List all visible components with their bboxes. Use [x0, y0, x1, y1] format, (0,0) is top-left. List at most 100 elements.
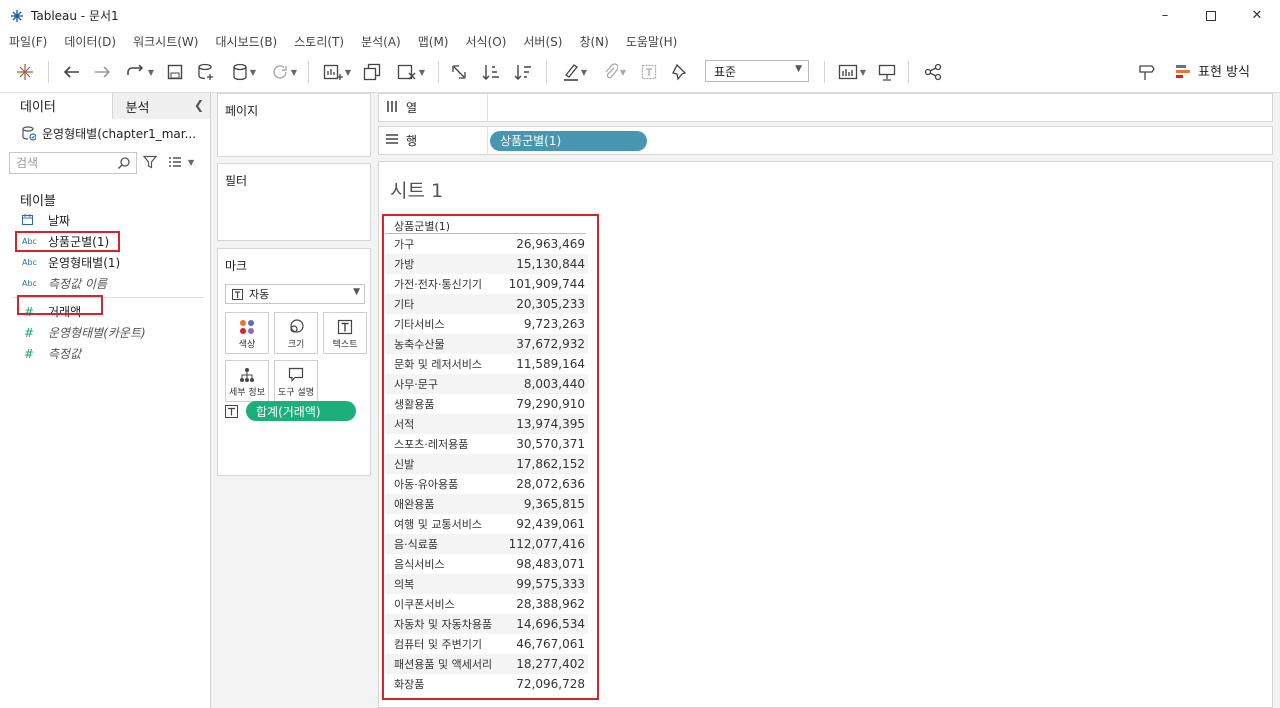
table-row[interactable]: 의복 99,575,333: [385, 574, 588, 594]
close-button[interactable]: ✕: [1234, 0, 1280, 31]
field-operation-type[interactable]: Abc 운영형태별(1): [0, 252, 210, 273]
swap-rows-columns-icon[interactable]: [448, 61, 470, 83]
menu-window[interactable]: 창(N): [570, 33, 616, 50]
view-size-select[interactable]: 표준 ▼: [705, 60, 809, 82]
menu-format[interactable]: 서식(O): [457, 33, 515, 50]
duplicate-sheet-icon[interactable]: [361, 61, 383, 83]
share-icon[interactable]: [922, 61, 944, 83]
minimize-button[interactable]: –: [1142, 0, 1188, 31]
tab-data[interactable]: 데이터: [0, 93, 113, 119]
menu-data[interactable]: 데이터(D): [55, 33, 124, 50]
color-button[interactable]: 색상: [225, 312, 269, 354]
menu-file[interactable]: 파일(F): [0, 33, 55, 50]
view-options-button[interactable]: ▼: [168, 156, 194, 168]
show-me-button[interactable]: 표현 방식: [1176, 61, 1250, 80]
row-value: 20,305,233: [516, 297, 585, 311]
row-value: 8,003,440: [523, 377, 585, 391]
maximize-button[interactable]: [1188, 0, 1234, 31]
field-measure-names[interactable]: Abc 측정값 이름: [0, 273, 210, 294]
table-row[interactable]: 생활용품 79,290,910: [385, 394, 588, 414]
table-row[interactable]: 화장품 72,096,728: [385, 674, 588, 694]
menu-server[interactable]: 서버(S): [514, 33, 570, 50]
table-row[interactable]: 신발 17,862,152: [385, 454, 588, 474]
table-row[interactable]: 자동차 및 자동차용품 14,696,534: [385, 614, 588, 634]
show-me-pin-icon[interactable]: [1136, 61, 1158, 83]
sum-transaction-pill[interactable]: 합계(거래액): [246, 401, 356, 421]
table-row[interactable]: 음식서비스 98,483,071: [385, 554, 588, 574]
row-category: 농축수산물: [394, 338, 445, 351]
clear-sheet-icon[interactable]: ▼: [392, 61, 430, 83]
new-worksheet-icon[interactable]: ▼: [318, 61, 356, 83]
fix-axes-icon[interactable]: [668, 61, 690, 83]
datasource-options-icon[interactable]: ▼: [226, 61, 262, 83]
collapse-pane-icon[interactable]: ❮: [194, 98, 204, 112]
detail-button[interactable]: 세부 정보: [225, 360, 269, 402]
datasource-item[interactable]: 운영형태별(chapter1_mar...: [0, 119, 210, 147]
field-transaction-amount[interactable]: # 거래액: [0, 301, 210, 322]
table-row[interactable]: 컴퓨터 및 주변기기 46,767,061: [385, 634, 588, 654]
replay-icon[interactable]: ▼: [122, 61, 158, 83]
menu-analysis[interactable]: 분석(A): [352, 33, 409, 50]
menu-dashboard[interactable]: 대시보드(B): [206, 33, 285, 50]
worksheet-view: 시트 1 상품군별(1) 가구 26,963,469 가방 15,130,844 가전·…: [378, 161, 1273, 708]
tableau-home-icon[interactable]: [14, 61, 36, 83]
tooltip-button[interactable]: 도구 설명: [274, 360, 318, 402]
group-members-icon[interactable]: ▼: [598, 61, 632, 83]
highlight-icon[interactable]: ▼: [558, 61, 592, 83]
table-row[interactable]: 가전·전자·통신기기 101,909,744: [385, 274, 588, 294]
table-row[interactable]: 이쿠폰서비스 28,388,962: [385, 594, 588, 614]
field-measure-values[interactable]: # 측정값: [0, 343, 210, 364]
field-date[interactable]: 날짜: [0, 210, 210, 231]
presentation-mode-icon[interactable]: [876, 61, 898, 83]
text-button[interactable]: 텍스트: [323, 312, 367, 354]
filters-card[interactable]: 필터: [217, 163, 371, 241]
search-input[interactable]: [16, 156, 116, 170]
menu-bar: 파일(F) 데이터(D) 워크시트(W) 대시보드(B) 스토리(T) 분석(A…: [0, 31, 1280, 51]
field-name: 측정값: [48, 347, 82, 361]
table-row[interactable]: 아동·유아용품 28,072,636: [385, 474, 588, 494]
columns-shelf[interactable]: 열: [378, 93, 1273, 122]
menu-map[interactable]: 맵(M): [409, 33, 457, 50]
table-row[interactable]: 기타서비스 9,723,263: [385, 314, 588, 334]
table-row[interactable]: 여행 및 교통서비스 92,439,061: [385, 514, 588, 534]
size-button[interactable]: 크기: [274, 312, 318, 354]
table-row[interactable]: 문화 및 레저서비스 11,589,164: [385, 354, 588, 374]
filter-icon[interactable]: [143, 155, 157, 169]
sort-ascending-icon[interactable]: [480, 61, 502, 83]
table-row[interactable]: 사무·문구 8,003,440: [385, 374, 588, 394]
new-datasource-icon[interactable]: [196, 61, 216, 83]
redo-icon[interactable]: [92, 61, 114, 83]
sort-descending-icon[interactable]: [512, 61, 534, 83]
show-labels-icon[interactable]: [638, 61, 660, 83]
table-row[interactable]: 서적 13,974,395: [385, 414, 588, 434]
table-row[interactable]: 농축수산물 37,672,932: [385, 334, 588, 354]
row-category: 화장품: [394, 678, 425, 691]
mark-type-select[interactable]: 자동 ▼: [225, 284, 365, 304]
tooltip-label: 도구 설명: [278, 388, 314, 398]
rows-label: 행: [406, 134, 418, 148]
field-operation-count[interactable]: # 운영형태별(카운트): [0, 322, 210, 343]
product-group-pill[interactable]: 상품군별(1): [490, 130, 647, 151]
toolbar: ▼ ▼ ▼ ▼ ▼ ▼ ▼ ▼: [0, 51, 1280, 93]
row-category: 기타: [394, 298, 415, 311]
rows-shelf[interactable]: 행 상품군별(1): [378, 126, 1273, 155]
refresh-icon[interactable]: ▼: [266, 61, 302, 83]
mark-type-value: 자동: [249, 288, 270, 301]
menu-story[interactable]: 스토리(T): [285, 33, 352, 50]
menu-worksheet[interactable]: 워크시트(W): [124, 33, 206, 50]
table-row[interactable]: 애완용품 9,365,815: [385, 494, 588, 514]
table-row[interactable]: 패션용품 및 액세서리 18,277,402: [385, 654, 588, 674]
search-box[interactable]: [9, 152, 137, 174]
field-product-group[interactable]: Abc 상품군별(1): [0, 231, 210, 252]
row-category: 가구: [394, 238, 415, 251]
table-row[interactable]: 기타 20,305,233: [385, 294, 588, 314]
table-row[interactable]: 음·식료품 112,077,416: [385, 534, 588, 554]
table-row[interactable]: 스포츠·레저용품 30,570,371: [385, 434, 588, 454]
pages-card[interactable]: 페이지: [217, 93, 371, 157]
table-row[interactable]: 가구 26,963,469: [385, 234, 588, 254]
undo-icon[interactable]: [60, 61, 82, 83]
fit-view-icon[interactable]: ▼: [834, 61, 870, 83]
menu-help[interactable]: 도움말(H): [617, 33, 686, 50]
table-row[interactable]: 가방 15,130,844: [385, 254, 588, 274]
save-icon[interactable]: [165, 61, 185, 83]
